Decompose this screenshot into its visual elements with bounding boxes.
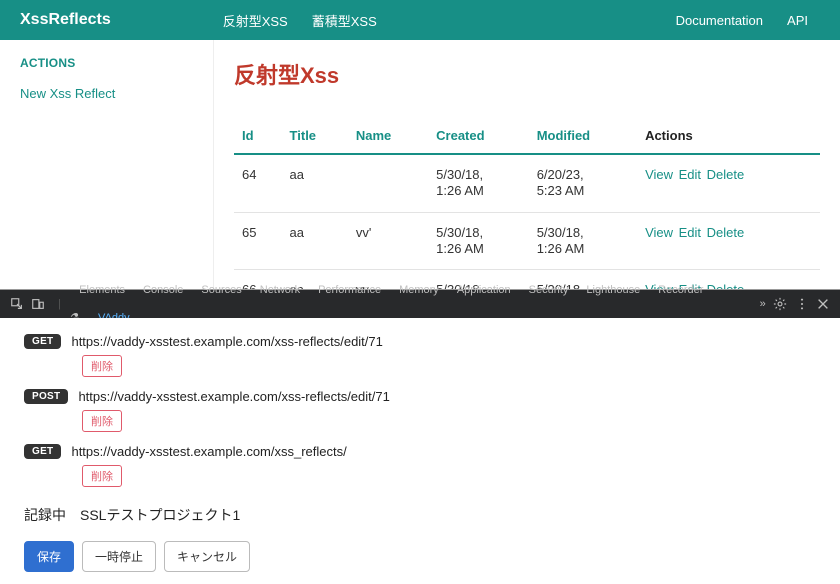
kebab-menu-icon[interactable] xyxy=(791,297,812,311)
close-icon[interactable] xyxy=(813,297,834,311)
devtools-tab-network[interactable]: Network xyxy=(251,284,309,296)
devtools-tab-console[interactable]: Console xyxy=(134,284,192,296)
sidebar-new-xss-reflect[interactable]: New Xss Reflect xyxy=(20,86,193,101)
action-edit[interactable]: Edit xyxy=(679,167,705,182)
request-row: GET https://vaddy-xsstest.example.com/xss… xyxy=(24,444,816,459)
action-delete[interactable]: Delete xyxy=(707,167,745,182)
recording-status: 記録中 SSLテストプロジェクト1 xyxy=(24,505,816,525)
request-delete-button[interactable]: 削除 xyxy=(82,410,122,432)
devtools-tab-application[interactable]: Application xyxy=(448,284,520,296)
devtools: | ElementsConsoleSourcesNetworkPerforman… xyxy=(0,289,840,584)
request-url: https://vaddy-xsstest.example.com/xss-re… xyxy=(71,334,382,349)
devtools-tab-security[interactable]: Security xyxy=(520,284,578,296)
request-url: https://vaddy-xsstest.example.com/xss_re… xyxy=(71,444,346,459)
http-method-badge: GET xyxy=(24,444,61,459)
cell-modified: 6/20/23,5:23 AM xyxy=(529,154,637,212)
action-view[interactable]: View xyxy=(645,225,677,240)
request-delete-button[interactable]: 削除 xyxy=(82,465,122,487)
recording-project: SSLテストプロジェクト1 xyxy=(80,507,240,523)
request-row: GET https://vaddy-xsstest.example.com/xss… xyxy=(24,334,816,349)
devtools-tab-lighthouse[interactable]: Lighthouse xyxy=(577,284,649,296)
cell-title: aa xyxy=(282,154,348,212)
action-delete[interactable]: Delete xyxy=(707,225,745,240)
col-modified[interactable]: Modified xyxy=(529,118,637,154)
brand: XssReflects xyxy=(20,11,111,29)
devtools-tab-sources[interactable]: Sources xyxy=(192,284,250,296)
devtools-more-tabs[interactable]: » xyxy=(756,298,770,310)
devtools-tabbar: | ElementsConsoleSourcesNetworkPerforman… xyxy=(0,290,840,318)
col-actions: Actions xyxy=(637,118,820,154)
nav-documentation[interactable]: Documentation xyxy=(664,13,775,28)
vaddy-panel: GET https://vaddy-xsstest.example.com/xss… xyxy=(0,318,840,584)
action-view[interactable]: View xyxy=(645,167,677,182)
cell-id: 64 xyxy=(234,154,282,212)
cell-modified: 5/30/18,1:26 AM xyxy=(529,212,637,270)
table-row: 64aa5/30/18,1:26 AM6/20/23,5:23 AMView E… xyxy=(234,154,820,212)
page-title: 反射型Xss xyxy=(234,58,820,90)
nav-api[interactable]: API xyxy=(775,13,820,28)
cell-actions: View Edit Delete xyxy=(637,212,820,270)
main: 反射型Xss Id Title Name Created Modified Ac… xyxy=(214,40,840,289)
cell-title: aa xyxy=(282,212,348,270)
request-url: https://vaddy-xsstest.example.com/xss-re… xyxy=(78,389,389,404)
tabbar-divider: | xyxy=(49,298,70,310)
devtools-tab-memory[interactable]: Memory xyxy=(390,284,448,296)
cell-actions: View Edit Delete xyxy=(637,154,820,212)
cell-name: vv' xyxy=(348,212,428,270)
sidebar-heading: ACTIONS xyxy=(20,56,193,70)
nav-stored-xss[interactable]: 蓄積型XSS xyxy=(300,11,389,30)
col-created[interactable]: Created xyxy=(428,118,529,154)
inspect-icon[interactable] xyxy=(6,297,27,311)
cancel-button[interactable]: キャンセル xyxy=(164,541,250,572)
request-row: POST https://vaddy-xsstest.example.com/xs… xyxy=(24,389,816,404)
cell-id: 65 xyxy=(234,212,282,270)
table-row: 65aavv'5/30/18,1:26 AM5/30/18,1:26 AMVie… xyxy=(234,212,820,270)
http-method-badge: POST xyxy=(24,389,68,404)
col-id[interactable]: Id xyxy=(234,118,282,154)
recording-label: 記録中 xyxy=(24,507,66,523)
col-title[interactable]: Title xyxy=(282,118,348,154)
action-edit[interactable]: Edit xyxy=(679,225,705,240)
devtools-tab-performance[interactable]: Performance xyxy=(309,284,390,296)
cell-created: 5/30/18,1:26 AM xyxy=(428,212,529,270)
sidebar: ACTIONS New Xss Reflect xyxy=(0,40,214,289)
cell-created: 5/30/18,1:26 AM xyxy=(428,154,529,212)
gear-icon[interactable] xyxy=(770,297,791,311)
nav-reflected-xss[interactable]: 反射型XSS xyxy=(211,11,300,30)
device-toggle-icon[interactable] xyxy=(27,297,48,311)
cell-name xyxy=(348,154,428,212)
save-button[interactable]: 保存 xyxy=(24,541,74,572)
data-table: Id Title Name Created Modified Actions 6… xyxy=(234,118,820,289)
devtools-tab-elements[interactable]: Elements xyxy=(70,284,134,296)
pause-button[interactable]: 一時停止 xyxy=(82,541,156,572)
col-name[interactable]: Name xyxy=(348,118,428,154)
http-method-badge: GET xyxy=(24,334,61,349)
request-delete-button[interactable]: 削除 xyxy=(82,355,122,377)
topbar: XssReflects 反射型XSS 蓄積型XSS Documentation … xyxy=(0,0,840,40)
